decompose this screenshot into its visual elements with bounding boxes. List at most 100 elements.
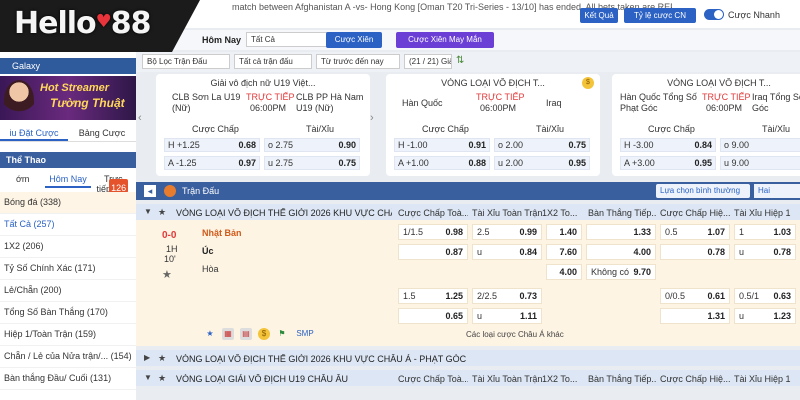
odds-cell[interactable]: 1.33: [586, 224, 656, 240]
odds-cell[interactable]: 1 1.03: [734, 224, 796, 240]
quick-bet-toggle[interactable]: [704, 9, 724, 20]
menu-item-odd-even[interactable]: Lẻ/Chẵn (200): [0, 280, 136, 302]
odds-type-dropdown[interactable]: Tỷ lệ cược CN: [624, 8, 696, 23]
odds-value: 9.70: [633, 267, 651, 277]
odds-cell[interactable]: H -3.00 0.84: [620, 138, 716, 152]
odds-cell[interactable]: A +1.00 0.88: [394, 156, 490, 170]
league-row[interactable]: ▼ ★ VÒNG LOẠI GIẢI VÔ ĐỊCH U19 CHÂU ÂU C…: [136, 370, 800, 386]
menu-item-ht-ft[interactable]: Hiệp 1/Toàn Trận (159): [0, 324, 136, 346]
tab-today[interactable]: Hôm Nay: [45, 170, 91, 188]
odds-cell[interactable]: u 2.75 0.75: [264, 156, 360, 170]
card-ou-label: Tài/Xỉu: [536, 124, 565, 134]
matches-title: Trận Đấu: [182, 186, 220, 196]
favorite-star-icon[interactable]: ★: [162, 268, 172, 281]
parlay-button[interactable]: Cược Xiên: [326, 32, 382, 48]
menu-item-1x2[interactable]: 1X2 (206): [0, 236, 136, 258]
odds-cell[interactable]: 0/0.5 0.61: [660, 288, 730, 304]
all-matches-select[interactable]: Tất cả trận đấu: [234, 54, 312, 69]
odds-cell[interactable]: o 2.00 0.75: [494, 138, 590, 152]
grid-icon[interactable]: ▤: [240, 328, 252, 340]
odds-cell[interactable]: 7.60: [546, 244, 582, 260]
odds-cell[interactable]: u 2.00 0.95: [494, 156, 590, 170]
brand-logo[interactable]: Hello♥88: [0, 0, 200, 52]
odds-cell[interactable]: Không có 9.70: [586, 264, 656, 280]
view-mode-select[interactable]: Lựa chọn bình thường: [656, 184, 750, 198]
league-count-select[interactable]: (21 / 21) Giải: [404, 54, 452, 69]
tab-bet-board[interactable]: Bảng Cược: [68, 124, 136, 141]
odds-cell[interactable]: 0.87: [398, 244, 468, 260]
odds-cell[interactable]: 4.00: [546, 264, 582, 280]
chevron-down-icon[interactable]: ▼: [144, 373, 152, 382]
odds-cell[interactable]: 0.5/1 0.63: [734, 288, 796, 304]
away-team: Úc: [202, 246, 214, 256]
more-asian-bets-link[interactable]: Các loại cược Châu Á khác: [466, 330, 564, 339]
odds-cell[interactable]: 1.5 1.25: [398, 288, 468, 304]
bet-tabs: iu Đặt Cược Bảng Cược: [0, 124, 136, 142]
chevron-right-icon[interactable]: ▶: [144, 353, 150, 362]
match-score: 0-0: [162, 230, 177, 241]
smp-icon[interactable]: SMP: [294, 328, 316, 340]
odds-cell[interactable]: 4.00: [586, 244, 656, 260]
featured-card[interactable]: VÒNG LOẠI VÔ ĐỊCH T... $ Hàn Quốc TRỰC T…: [386, 74, 600, 176]
result-button[interactable]: Kết Quả: [580, 8, 618, 23]
collapse-icon[interactable]: ◂: [144, 185, 156, 197]
odds-cell[interactable]: 1.40: [546, 224, 582, 240]
odds-cell[interactable]: 2/2.5 0.73: [472, 288, 542, 304]
odds-cell[interactable]: 0.78: [660, 244, 730, 260]
match-filter-select[interactable]: Bộ Lọc Trận Đấu: [142, 54, 230, 69]
sports-header[interactable]: Thể Thao: [0, 152, 136, 168]
odds-cell[interactable]: 2.5 0.99: [472, 224, 542, 240]
heart-icon: ♥: [95, 11, 112, 32]
odds-cell[interactable]: o 2.75 0.90: [264, 138, 360, 152]
star-icon[interactable]: ★: [158, 353, 166, 364]
star-icon[interactable]: ★: [158, 373, 166, 384]
league-row[interactable]: ▼ ★ VÒNG LOẠI VÔ ĐỊCH THẾ GIỚI 2026 KHU …: [136, 204, 800, 220]
featured-card[interactable]: VÒNG LOẠI VÔ ĐỊCH T... Hàn Quốc Tổng Số …: [612, 74, 800, 176]
lucky-parlay-button[interactable]: Cược Xiên May Mắn: [396, 32, 494, 48]
odds-cell[interactable]: A -1.25 0.97: [164, 156, 260, 170]
odds-cell[interactable]: 1.31: [660, 308, 730, 324]
galaxy-menu[interactable]: Galaxy: [0, 58, 136, 74]
odds-cell[interactable]: u 9.000.: [720, 156, 800, 170]
menu-item-all[interactable]: Tất Cả (257): [0, 214, 136, 236]
extra-select[interactable]: Hai: [754, 184, 800, 198]
featured-card[interactable]: Giải vô địch nữ U19 Việt... CLB Sơn La U…: [156, 74, 370, 176]
odds-cell[interactable]: 0.65: [398, 308, 468, 324]
filter-bar: Hôm Nay Tất Cả Cược Xiên Cược Xiên May M…: [136, 30, 800, 50]
odds-cell[interactable]: 0.5 1.07: [660, 224, 730, 240]
favorite-icon[interactable]: ★: [204, 328, 216, 340]
promo-banner[interactable]: Hot Streamer Tường Thuật: [0, 76, 136, 120]
odds-line: u: [477, 311, 483, 321]
coin-icon[interactable]: $: [258, 328, 270, 340]
menu-item-correct-score[interactable]: Tỷ Số Chính Xác (171): [0, 258, 136, 280]
odds-cell[interactable]: A +3.00 0.95: [620, 156, 716, 170]
menu-item-football[interactable]: Bóng đá (338): [0, 192, 136, 214]
tab-my-bets[interactable]: iu Đặt Cược: [0, 124, 68, 141]
tab-live[interactable]: Trực tiếp126: [91, 170, 136, 194]
top-bar: match between Afghanistan A -vs- Hong Ko…: [136, 0, 800, 28]
cards-next-icon[interactable]: ›: [370, 112, 384, 126]
stats-icon[interactable]: ▦: [222, 328, 234, 340]
odds-cell[interactable]: o 9.000.: [720, 138, 800, 152]
odds-cell[interactable]: u 0.78: [734, 244, 796, 260]
menu-item-half-odd-even[interactable]: Chẵn / Lẻ của Nửa trận/... (154): [0, 346, 136, 368]
menu-item-first-last-goal[interactable]: Bàn thắng Đầu/ Cuối (131): [0, 368, 136, 390]
live-stream-icon[interactable]: ⚑: [276, 328, 288, 340]
chevron-down-icon[interactable]: ▼: [144, 207, 152, 216]
star-icon[interactable]: ★: [158, 207, 166, 218]
odds-value: 0.65: [445, 311, 463, 321]
sort-icon[interactable]: ⇅: [456, 55, 470, 69]
menu-item-total-goals[interactable]: Tổng Số Bàn Thắng (170): [0, 302, 136, 324]
time-sort-select[interactable]: Từ trước đến nay: [316, 54, 400, 69]
today-label: Hôm Nay: [202, 35, 242, 45]
odds-cell[interactable]: u 1.11: [472, 308, 542, 324]
odds-cell[interactable]: H +1.25 0.68: [164, 138, 260, 152]
cards-prev-icon[interactable]: ‹: [138, 112, 152, 126]
league-row[interactable]: ▶ ★ VÒNG LOẠI VÔ ĐỊCH THẾ GIỚI 2026 KHU …: [136, 350, 800, 366]
tab-early[interactable]: ớm: [0, 170, 45, 188]
odds-cell[interactable]: 1/1.5 0.98: [398, 224, 468, 240]
odds-value: 0.90: [338, 140, 356, 150]
odds-cell[interactable]: H -1.00 0.91: [394, 138, 490, 152]
odds-cell[interactable]: u 1.23: [734, 308, 796, 324]
odds-cell[interactable]: u 0.84: [472, 244, 542, 260]
